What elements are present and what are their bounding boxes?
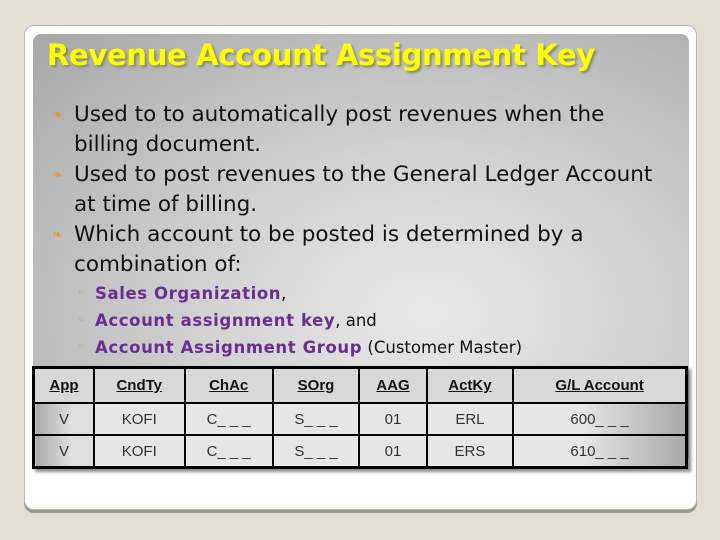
header-chart-of-accounts: ChAc: [183, 366, 274, 404]
ornament-bullet-icon: ❧: [52, 168, 63, 183]
cell-app: V: [32, 434, 95, 469]
bullet-text: Used to to automatically post revenues w…: [74, 102, 605, 157]
sub-bullet-emphasis: Sales Organization: [95, 284, 282, 303]
circle-bullet-icon: ◦: [77, 313, 85, 328]
bullet-text: Which account to be posted is determined…: [74, 222, 584, 277]
cell-sales-org: S_ _ _: [271, 434, 361, 469]
table-row: V KOFI C_ _ _ S_ _ _ 01 ERS 610_ _ _: [32, 434, 688, 469]
slide-title: Revenue Account Assignment Key: [47, 38, 595, 72]
cell-chart-of-accounts: C_ _ _: [183, 402, 274, 436]
header-gl-account: G/L Account: [512, 366, 688, 404]
sub-bullet-item: ◦ Account Assignment Group (Customer Mas…: [75, 334, 522, 361]
sub-bullet-rest: , and: [335, 311, 377, 330]
sub-bullet-emphasis: Account Assignment Group: [95, 338, 363, 357]
cell-condition-type: KOFI: [92, 402, 186, 436]
table-row: V KOFI C_ _ _ S_ _ _ 01 ERL 600_ _ _: [32, 402, 688, 436]
header-condition-type: CndTy: [92, 366, 186, 404]
bullet-item: ❧ Which account to be posted is determin…: [50, 220, 670, 280]
header-aag: AAG: [358, 366, 428, 404]
sub-bullet-list: ◦ Sales Organization, ◦ Account assignme…: [75, 280, 522, 361]
cell-gl-account: 610_ _ _: [512, 434, 688, 469]
cell-condition-type: KOFI: [92, 434, 186, 469]
sub-bullet-emphasis: Account assignment key: [95, 311, 336, 330]
cell-account-key: ERL: [425, 402, 515, 436]
sub-bullet-item: ◦ Account assignment key, and: [75, 307, 522, 334]
account-determination-table: App CndTy ChAc SOrg AAG ActKy G/L Accoun…: [32, 366, 688, 469]
circle-bullet-icon: ◦: [77, 286, 85, 301]
ornament-bullet-icon: ❧: [52, 228, 63, 243]
circle-bullet-icon: ◦: [77, 340, 85, 355]
table-header-row: App CndTy ChAc SOrg AAG ActKy G/L Accoun…: [32, 366, 688, 404]
bullet-item: ❧ Used to post revenues to the General L…: [50, 160, 670, 220]
bullet-text: Used to post revenues to the General Led…: [74, 162, 653, 217]
cell-gl-account: 600_ _ _: [512, 402, 688, 436]
bullet-item: ❧ Used to to automatically post revenues…: [50, 100, 670, 160]
header-sales-org: SOrg: [271, 366, 361, 404]
ornament-bullet-icon: ❧: [52, 108, 63, 123]
cell-chart-of-accounts: C_ _ _: [183, 434, 274, 469]
cell-app: V: [32, 402, 95, 436]
bullet-list: ❧ Used to to automatically post revenues…: [50, 100, 670, 280]
cell-account-key: ERS: [425, 434, 515, 469]
cell-sales-org: S_ _ _: [271, 402, 361, 436]
sub-bullet-rest: ,: [281, 284, 287, 303]
header-account-key: ActKy: [425, 366, 515, 404]
header-app: App: [32, 366, 95, 404]
cell-aag: 01: [358, 402, 428, 436]
sub-bullet-item: ◦ Sales Organization,: [75, 280, 522, 307]
cell-aag: 01: [358, 434, 428, 469]
sub-bullet-rest: (Customer Master): [362, 338, 523, 357]
